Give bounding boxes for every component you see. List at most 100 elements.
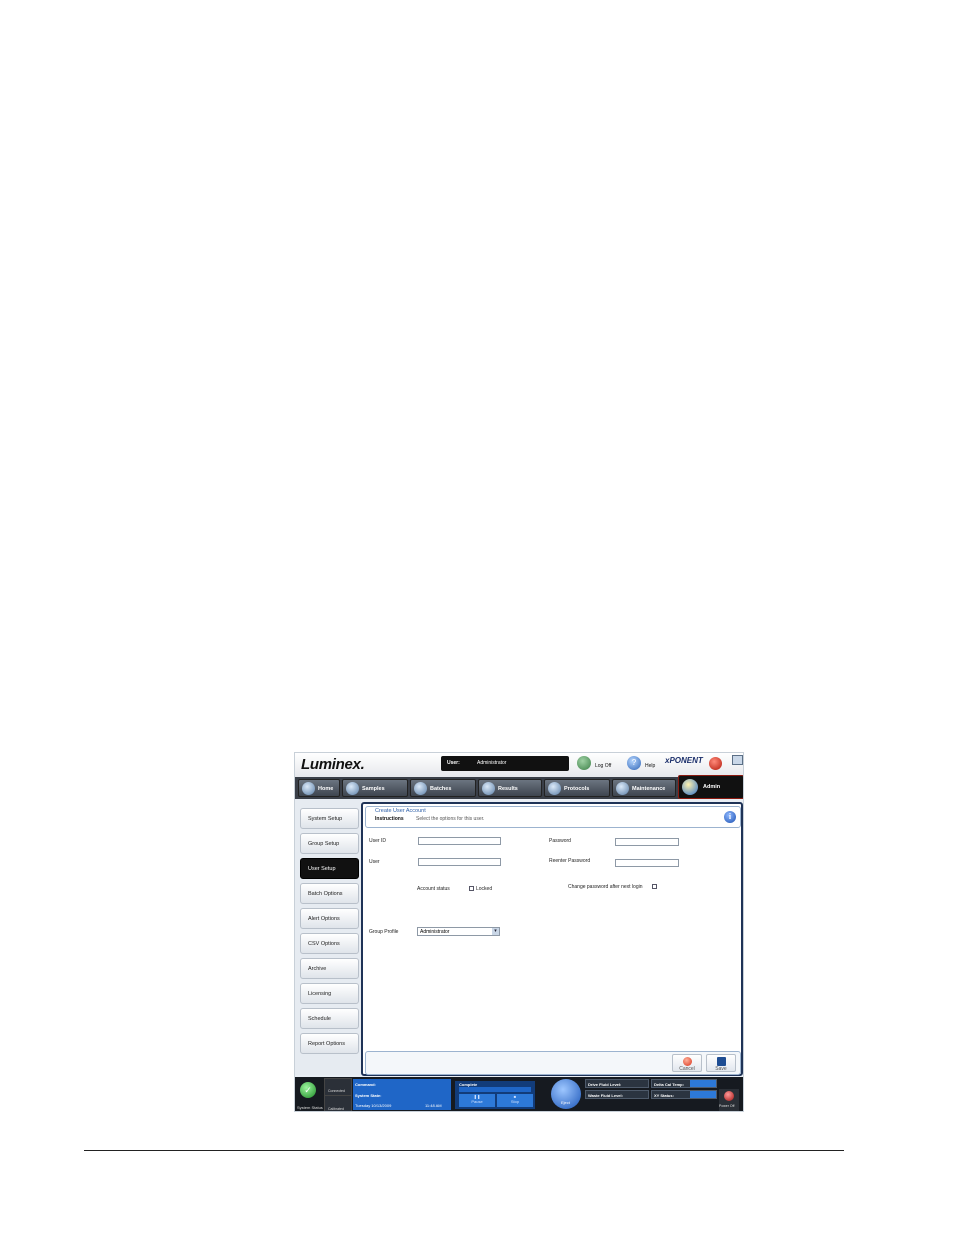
page-footer-rule [84,1150,844,1151]
tab-label: Admin [703,784,721,790]
sidebar-item-label: CSV Options [308,941,340,947]
sidebar-item-alert-options[interactable]: Alert Options [300,908,359,929]
power-off-button[interactable]: Power Off [719,1089,739,1111]
change-password-label: Change password after next login [568,884,643,890]
stop-button[interactable]: ■ Stop [497,1094,533,1107]
progress-panel: Complete ❚❚ Pause ■ Stop [455,1081,535,1109]
reenter-password-label: Reenter Password [549,858,591,864]
tab-results[interactable]: Results [478,779,542,797]
waste-fluid-level: Waste Fluid Level: [585,1090,649,1099]
drive-fluid-level: Drive Fluid Level: [585,1079,649,1088]
waste-fluid-label: Waste Fluid Level: [588,1093,623,1098]
system-state-label: System State: [355,1093,382,1098]
password-input[interactable] [615,838,679,846]
admin-sidebar: System Setup Group Setup User Setup Batc… [295,799,361,1075]
user-display: User: Administrator [441,756,569,771]
tab-admin[interactable]: Admin [678,775,743,799]
connected-indicator: Connected [324,1078,352,1096]
sidebar-item-label: Report Options [308,1041,345,1047]
tab-samples[interactable]: Samples [342,779,408,797]
cancel-icon [683,1057,692,1066]
connected-label: Connected [328,1089,345,1093]
help-label: Help [645,763,656,769]
xy-status-label: XY Status: [654,1093,674,1098]
chevron-down-icon: ▾ [492,928,499,935]
xy-status: XY Status: [651,1090,717,1099]
sidebar-item-licensing[interactable]: Licensing [300,983,359,1004]
sidebar-item-csv-options[interactable]: CSV Options [300,933,359,954]
sidebar-item-label: System Setup [308,816,343,822]
sidebar-item-label: Schedule [308,1016,331,1022]
protocols-icon [548,782,561,795]
power-icon [724,1091,734,1101]
save-button[interactable]: Save [706,1054,736,1072]
user-value: Administrator [477,760,507,766]
tab-protocols[interactable]: Protocols [544,779,610,797]
pause-button[interactable]: ❚❚ Pause [459,1094,495,1107]
account-status-label: Account status [417,886,450,892]
group-profile-label: Group Profile [369,929,399,935]
eject-button[interactable]: Eject [551,1079,581,1109]
password-label: Password [549,838,571,844]
delta-cal-temp: Delta Cal Temp: [651,1079,717,1088]
sidebar-item-group-setup[interactable]: Group Setup [300,833,359,854]
tab-label: Maintenance [632,786,666,792]
cancel-button[interactable]: Cancel [672,1054,702,1072]
calibrated-indicator: Calibrated [324,1095,352,1111]
tab-home[interactable]: Home [298,779,340,797]
sidebar-item-label: Licensing [308,991,332,997]
info-icon[interactable]: i [724,811,736,823]
action-bar: Cancel Save [365,1051,741,1075]
results-icon [482,782,495,795]
reenter-password-input[interactable] [615,859,679,867]
change-password-checkbox[interactable] [652,884,657,889]
sidebar-item-schedule[interactable]: Schedule [300,1008,359,1029]
sidebar-item-report-options[interactable]: Report Options [300,1033,359,1054]
sidebar-item-label: Archive [308,966,327,972]
delta-cal-label: Delta Cal Temp: [654,1082,684,1087]
tab-label: Batches [430,786,452,792]
progress-bar [459,1087,531,1092]
user-label: User: [447,760,460,766]
sidebar-item-system-setup[interactable]: System Setup [300,808,359,829]
instructions-text: Select the options for this user. [416,816,485,822]
admin-icon [682,779,698,795]
save-label: Save [715,1066,727,1072]
date-text: Tuesday 10/13/2009 [355,1103,392,1108]
app-header: Luminex. User: Administrator Log Off ? H… [295,753,743,777]
create-user-panel: Create User Account Instructions Select … [361,802,743,1076]
group-profile-select[interactable]: Administrator ▾ [417,927,500,936]
locked-label: Locked [476,886,493,892]
group-profile-value: Administrator [420,929,450,935]
save-icon [717,1057,726,1066]
help-icon: ? [627,756,641,770]
user-id-input[interactable] [418,837,501,845]
tab-maintenance[interactable]: Maintenance [612,779,676,797]
pause-label: Pause [471,1099,483,1104]
sidebar-item-archive[interactable]: Archive [300,958,359,979]
window-restore-icon[interactable] [732,755,743,765]
status-bar: ✓ System Status Connected Calibrated Com… [295,1077,743,1111]
xponent-brand-text: xPONENT [665,756,703,765]
tab-label: Samples [362,786,385,792]
xponent-logo-icon [709,757,722,770]
locked-checkbox[interactable] [469,886,474,891]
stop-label: Stop [510,1099,520,1104]
command-panel: Command: System State: Tuesday 10/13/200… [353,1079,451,1110]
tab-batches[interactable]: Batches [410,779,476,797]
maintenance-icon [616,782,629,795]
command-label: Command: [355,1082,376,1087]
power-off-label: Power Off [719,1104,735,1108]
sidebar-item-user-setup[interactable]: User Setup [300,858,359,879]
luminex-logo: Luminex. [301,756,365,773]
system-status-check-icon[interactable]: ✓ [300,1082,316,1098]
user-id-label: User ID [369,838,386,844]
sidebar-item-batch-options[interactable]: Batch Options [300,883,359,904]
calibrated-label: Calibrated [328,1107,344,1111]
sidebar-item-label: Alert Options [308,916,340,922]
sidebar-item-label: Batch Options [308,891,343,897]
time-text: 11:48 AM [425,1103,442,1108]
user-name-label: User [369,859,380,865]
tab-label: Results [498,786,518,792]
user-name-input[interactable] [418,858,501,866]
